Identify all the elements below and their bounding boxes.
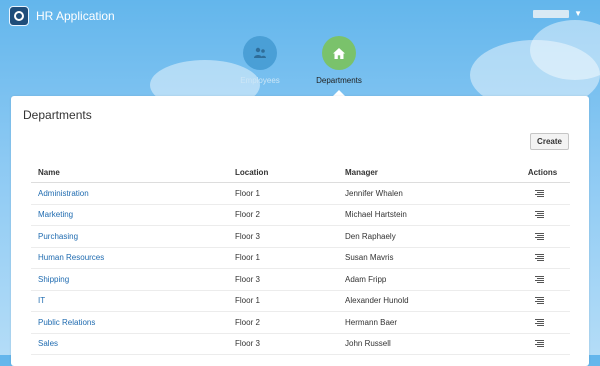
- column-header-name[interactable]: Name: [31, 162, 228, 183]
- department-name-cell: Human Resources: [31, 247, 228, 269]
- row-actions: [508, 182, 570, 205]
- people-icon: [254, 47, 266, 58]
- department-name-cell: Shipping: [31, 268, 228, 291]
- department-manager: Michael Hartstein: [338, 204, 508, 226]
- column-header-location[interactable]: Location: [228, 162, 338, 183]
- row-actions: [508, 311, 570, 334]
- row-actions: [508, 204, 570, 226]
- departments-panel: Departments Create Name Location Manager…: [11, 96, 589, 366]
- table-row: Marketing Floor 2 Michael Hartstein: [31, 204, 570, 226]
- page-title: Departments: [23, 108, 92, 122]
- nav-departments-label[interactable]: Departments: [299, 76, 379, 85]
- department-name-link[interactable]: Marketing: [38, 210, 73, 219]
- department-location: Floor 3: [228, 333, 338, 355]
- row-actions-menu-icon[interactable]: [534, 253, 544, 262]
- nav-departments-circle[interactable]: [322, 36, 356, 70]
- department-location: Floor 3: [228, 225, 338, 248]
- department-name-cell: Purchasing: [31, 225, 228, 248]
- row-actions: [508, 268, 570, 291]
- row-actions-menu-icon[interactable]: [534, 275, 544, 284]
- department-name-link[interactable]: Purchasing: [38, 232, 78, 241]
- department-manager: Susan Mavris: [338, 247, 508, 269]
- user-name[interactable]: user: [533, 9, 570, 18]
- nav-employees-circle[interactable]: [243, 36, 277, 70]
- row-actions-menu-icon[interactable]: [534, 210, 544, 219]
- table-row: Sales Floor 3 John Russell: [31, 333, 570, 355]
- department-location: Floor 3: [228, 268, 338, 291]
- department-name-link[interactable]: Human Resources: [38, 253, 104, 262]
- department-name-cell: Sales: [31, 333, 228, 355]
- row-actions-menu-icon[interactable]: [534, 318, 544, 327]
- departments-table: Name Location Manager Actions Administra…: [31, 162, 570, 355]
- nav-departments[interactable]: Departments: [299, 36, 379, 85]
- department-manager: Hermann Baer: [338, 311, 508, 334]
- chevron-down-icon[interactable]: ▼: [574, 9, 582, 18]
- nav-employees-label[interactable]: Employees: [220, 76, 300, 85]
- department-location: Floor 2: [228, 204, 338, 226]
- department-manager: Alexander Hunold: [338, 290, 508, 312]
- department-name-cell: Administration: [31, 182, 228, 205]
- user-menu[interactable]: user ▼: [533, 9, 582, 18]
- department-name-link[interactable]: Public Relations: [38, 318, 95, 327]
- table-row: Human Resources Floor 1 Susan Mavris: [31, 247, 570, 269]
- column-header-actions: Actions: [508, 162, 570, 183]
- table-row: Administration Floor 1 Jennifer Whalen: [31, 182, 570, 205]
- department-location: Floor 1: [228, 182, 338, 205]
- row-actions-menu-icon[interactable]: [534, 296, 544, 305]
- nav-employees[interactable]: Employees: [220, 36, 300, 85]
- column-header-manager[interactable]: Manager: [338, 162, 508, 183]
- row-actions: [508, 290, 570, 312]
- row-actions-menu-icon[interactable]: [534, 189, 544, 198]
- home-icon: [333, 47, 345, 59]
- table-row: IT Floor 1 Alexander Hunold: [31, 290, 570, 312]
- department-location: Floor 1: [228, 247, 338, 269]
- department-name-cell: Marketing: [31, 204, 228, 226]
- department-name-link[interactable]: Shipping: [38, 275, 69, 284]
- app-title: HR Application: [36, 9, 115, 23]
- department-name-cell: IT: [31, 290, 228, 312]
- table-header-row: Name Location Manager Actions: [31, 162, 570, 183]
- row-actions: [508, 333, 570, 355]
- department-name-cell: Public Relations: [31, 311, 228, 334]
- department-location: Floor 2: [228, 311, 338, 334]
- department-manager: Den Raphaely: [338, 225, 508, 248]
- row-actions: [508, 247, 570, 269]
- department-name-link[interactable]: Sales: [38, 339, 58, 348]
- department-manager: Jennifer Whalen: [338, 182, 508, 205]
- row-actions-menu-icon[interactable]: [534, 339, 544, 348]
- row-actions: [508, 225, 570, 248]
- department-manager: Adam Fripp: [338, 268, 508, 291]
- table-row: Purchasing Floor 3 Den Raphaely: [31, 225, 570, 248]
- app-header: HR Application user ▼: [0, 0, 600, 32]
- table-row: Public Relations Floor 2 Hermann Baer: [31, 311, 570, 334]
- department-location: Floor 1: [228, 290, 338, 312]
- department-manager: John Russell: [338, 333, 508, 355]
- create-button[interactable]: Create: [530, 133, 569, 150]
- app-logo-icon: [9, 6, 29, 26]
- table-row: Shipping Floor 3 Adam Fripp: [31, 268, 570, 291]
- row-actions-menu-icon[interactable]: [534, 232, 544, 241]
- department-name-link[interactable]: Administration: [38, 189, 89, 198]
- department-name-link[interactable]: IT: [38, 296, 45, 305]
